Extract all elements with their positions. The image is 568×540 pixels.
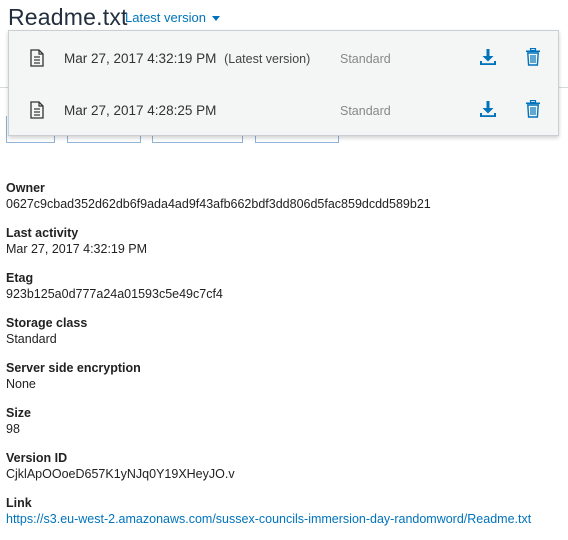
document-icon [30,49,44,67]
last-activity-label: Last activity [6,226,79,240]
storage-class-property: Storage class Standard [6,315,562,360]
version-date-text: Mar 27, 2017 4:28:25 PM [64,103,217,118]
owner-label: Owner [6,181,45,195]
size-property: Size 98 [6,405,562,450]
link-label: Link [6,496,32,510]
version-id-property: Version ID CjklApOOoeD657K1yNJq0Y19XHeyJ… [6,450,562,495]
version-selector-label: Latest version [125,10,206,25]
versions-dropdown: Mar 27, 2017 4:32:19 PM (Latest version)… [8,30,559,136]
storage-class-value: Standard [6,332,57,346]
download-icon[interactable] [479,48,497,66]
object-properties: Owner 0627c9cbad352d62db6f9ada4ad9f43afb… [6,180,562,540]
link-property: Link https://s3.eu-west-2.amazonaws.com/… [6,495,562,540]
latest-version-tag: (Latest version) [224,52,311,66]
encryption-value: None [6,377,36,391]
owner-value: 0627c9cbad352d62db6f9ada4ad9f43afb662bdf… [6,197,431,211]
last-activity-value: Mar 27, 2017 4:32:19 PM [6,242,148,256]
version-storage-class: Standard [340,52,391,66]
last-activity-property: Last activity Mar 27, 2017 4:32:19 PM [6,225,562,270]
download-icon[interactable] [479,100,497,118]
trash-icon[interactable] [525,100,541,118]
trash-icon[interactable] [525,48,541,66]
etag-value: 923b125a0d777a24a01593c5e49c7cf4 [6,287,223,301]
size-value: 98 [6,422,20,436]
version-storage-class: Standard [340,104,391,118]
owner-property: Owner 0627c9cbad352d62db6f9ada4ad9f43afb… [6,180,562,225]
version-date-text: Mar 27, 2017 4:32:19 PM [64,51,217,66]
storage-class-label: Storage class [6,316,88,330]
document-icon [30,101,44,119]
version-date: Mar 27, 2017 4:32:19 PM (Latest version) [64,51,310,66]
page-title: Readme.txt [8,4,128,30]
version-id-value: CjklApOOoeD657K1yNJq0Y19XHeyJO.v [6,467,235,481]
chevron-down-icon [211,16,220,21]
object-url-link[interactable]: https://s3.eu-west-2.amazonaws.com/susse… [6,511,562,527]
version-id-label: Version ID [6,451,68,465]
version-selector[interactable]: Latest version [125,10,220,25]
size-label: Size [6,406,32,420]
version-row[interactable]: Mar 27, 2017 4:28:25 PM Standard [9,84,558,136]
version-row[interactable]: Mar 27, 2017 4:32:19 PM (Latest version)… [9,32,558,84]
version-date: Mar 27, 2017 4:28:25 PM [64,103,216,118]
etag-label: Etag [6,271,34,285]
encryption-property: Server side encryption None [6,360,562,405]
etag-property: Etag 923b125a0d777a24a01593c5e49c7cf4 [6,270,562,315]
encryption-label: Server side encryption [6,361,141,375]
